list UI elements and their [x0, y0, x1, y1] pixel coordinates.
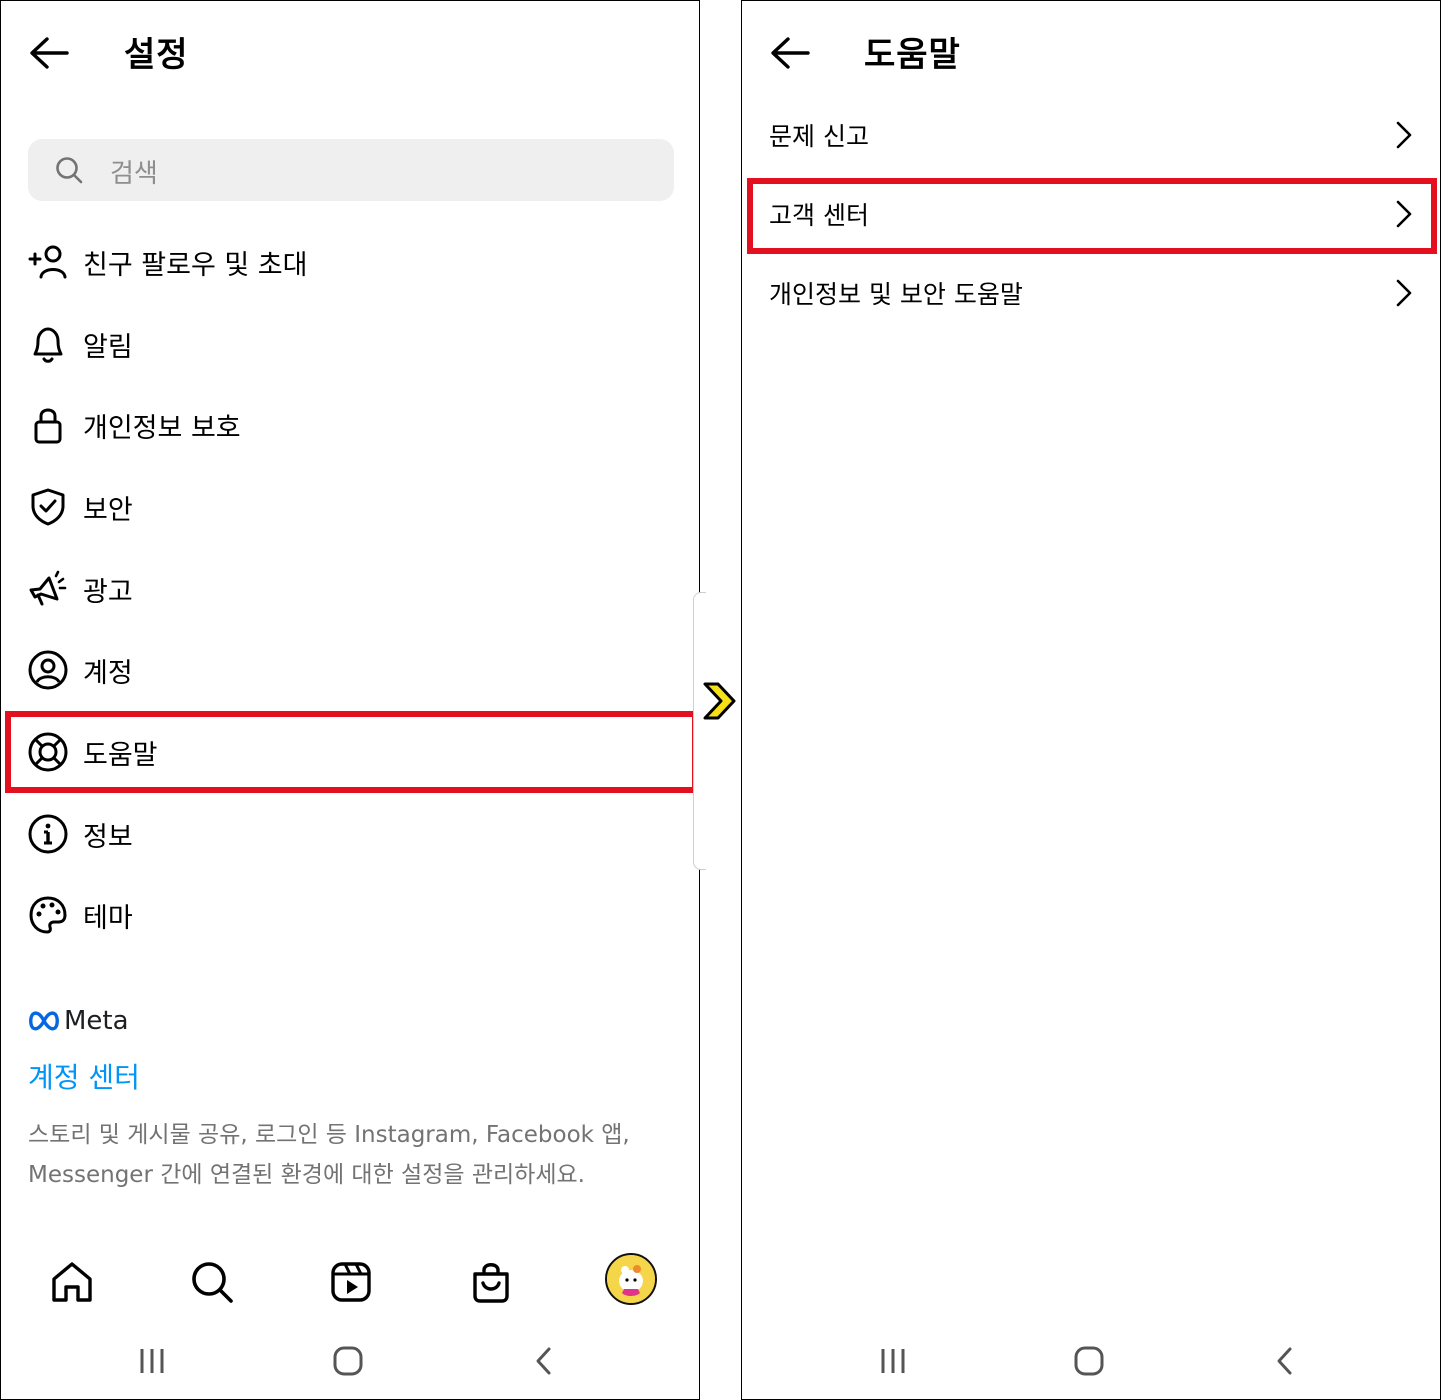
menu-item-label: 보안	[83, 495, 133, 526]
back-button-icon[interactable]	[1265, 1341, 1305, 1381]
lock-icon	[34, 408, 62, 444]
add-person-icon	[28, 245, 67, 279]
yellow-chevron-right-icon	[703, 682, 736, 720]
edge-panel-handle[interactable]	[693, 592, 706, 870]
megaphone-icon	[29, 570, 67, 606]
chevron-right-icon	[1396, 279, 1412, 307]
help-item-label: 문제 신고	[769, 122, 869, 151]
search-icon	[56, 157, 83, 184]
home-button-icon[interactable]	[328, 1341, 368, 1381]
menu-item-label: 정보	[83, 822, 133, 853]
back-arrow-icon[interactable]	[768, 33, 812, 73]
help-header: 도움말	[742, 1, 1440, 101]
recent-apps-icon[interactable]	[873, 1341, 913, 1381]
account-circle-icon	[28, 650, 68, 690]
help-item-label: 개인정보 및 보안 도움말	[769, 280, 1023, 309]
search-placeholder: 검색	[110, 159, 158, 189]
meta-logo-text: Meta	[64, 1006, 129, 1036]
search-icon[interactable]	[187, 1257, 237, 1307]
menu-item-label: 광고	[83, 577, 133, 608]
accounts-center-link[interactable]: 계정 센터	[28, 1056, 140, 1096]
menu-item-label: 도움말	[83, 740, 158, 771]
menu-item-notifications[interactable]: 알림	[1, 303, 699, 383]
accounts-center-description: 스토리 및 게시물 공유, 로그인 등 Instagram, Facebook …	[28, 1122, 630, 1188]
menu-item-label: 계정	[83, 658, 133, 689]
home-icon[interactable]	[47, 1257, 97, 1307]
palette-icon	[29, 896, 67, 934]
settings-header: 설정	[1, 1, 699, 101]
profile-avatar[interactable]	[605, 1253, 657, 1305]
shield-check-icon	[31, 488, 65, 526]
menu-item-ads[interactable]: 광고	[1, 548, 699, 628]
menu-item-about[interactable]: 정보	[1, 793, 699, 873]
back-arrow-icon[interactable]	[27, 33, 71, 73]
android-nav-bar	[742, 1331, 1440, 1395]
back-button-icon[interactable]	[524, 1341, 564, 1381]
android-nav-bar	[1, 1331, 699, 1395]
chevron-right-icon	[1396, 121, 1412, 149]
menu-item-follow-invite[interactable]: 친구 팔로우 및 초대	[1, 221, 699, 301]
avatar-illustration	[607, 1255, 655, 1303]
page-title: 도움말	[864, 35, 961, 75]
help-screen: 도움말 문제 신고 고객 센터 개인정보 및 보안 도움말	[741, 0, 1441, 1400]
menu-item-help[interactable]: 도움말	[1, 711, 699, 791]
shop-icon[interactable]	[466, 1257, 516, 1307]
menu-item-account[interactable]: 계정	[1, 629, 699, 709]
menu-item-label: 개인정보 보호	[83, 413, 241, 444]
search-input[interactable]: 검색	[28, 139, 674, 201]
menu-item-theme[interactable]: 테마	[1, 874, 699, 954]
help-item-privacy-security-help[interactable]: 개인정보 및 보안 도움말	[742, 257, 1440, 333]
settings-screen: 설정 검색 친구 팔로우 및 초대 알림 개인정보 보호 보안 광고 계정 도움…	[0, 0, 700, 1400]
help-item-label: 고객 센터	[769, 201, 869, 230]
bottom-tab-bar	[1, 1241, 699, 1321]
menu-item-label: 알림	[83, 332, 133, 363]
menu-item-privacy[interactable]: 개인정보 보호	[1, 384, 699, 464]
chevron-right-icon	[1396, 200, 1412, 228]
help-item-report-problem[interactable]: 문제 신고	[742, 99, 1440, 175]
bell-icon	[33, 327, 63, 363]
lifebuoy-icon	[28, 732, 68, 772]
recent-apps-icon[interactable]	[132, 1341, 172, 1381]
menu-item-label: 테마	[83, 903, 133, 934]
reels-icon[interactable]	[326, 1257, 376, 1307]
home-button-icon[interactable]	[1069, 1341, 1109, 1381]
info-icon	[28, 814, 68, 854]
page-title: 설정	[124, 35, 189, 75]
meta-logo: Meta	[28, 1006, 129, 1039]
menu-item-label: 친구 팔로우 및 초대	[83, 250, 308, 281]
meta-infinity-icon	[29, 1011, 59, 1031]
menu-item-security[interactable]: 보안	[1, 466, 699, 546]
help-item-help-center[interactable]: 고객 센터	[742, 178, 1440, 254]
